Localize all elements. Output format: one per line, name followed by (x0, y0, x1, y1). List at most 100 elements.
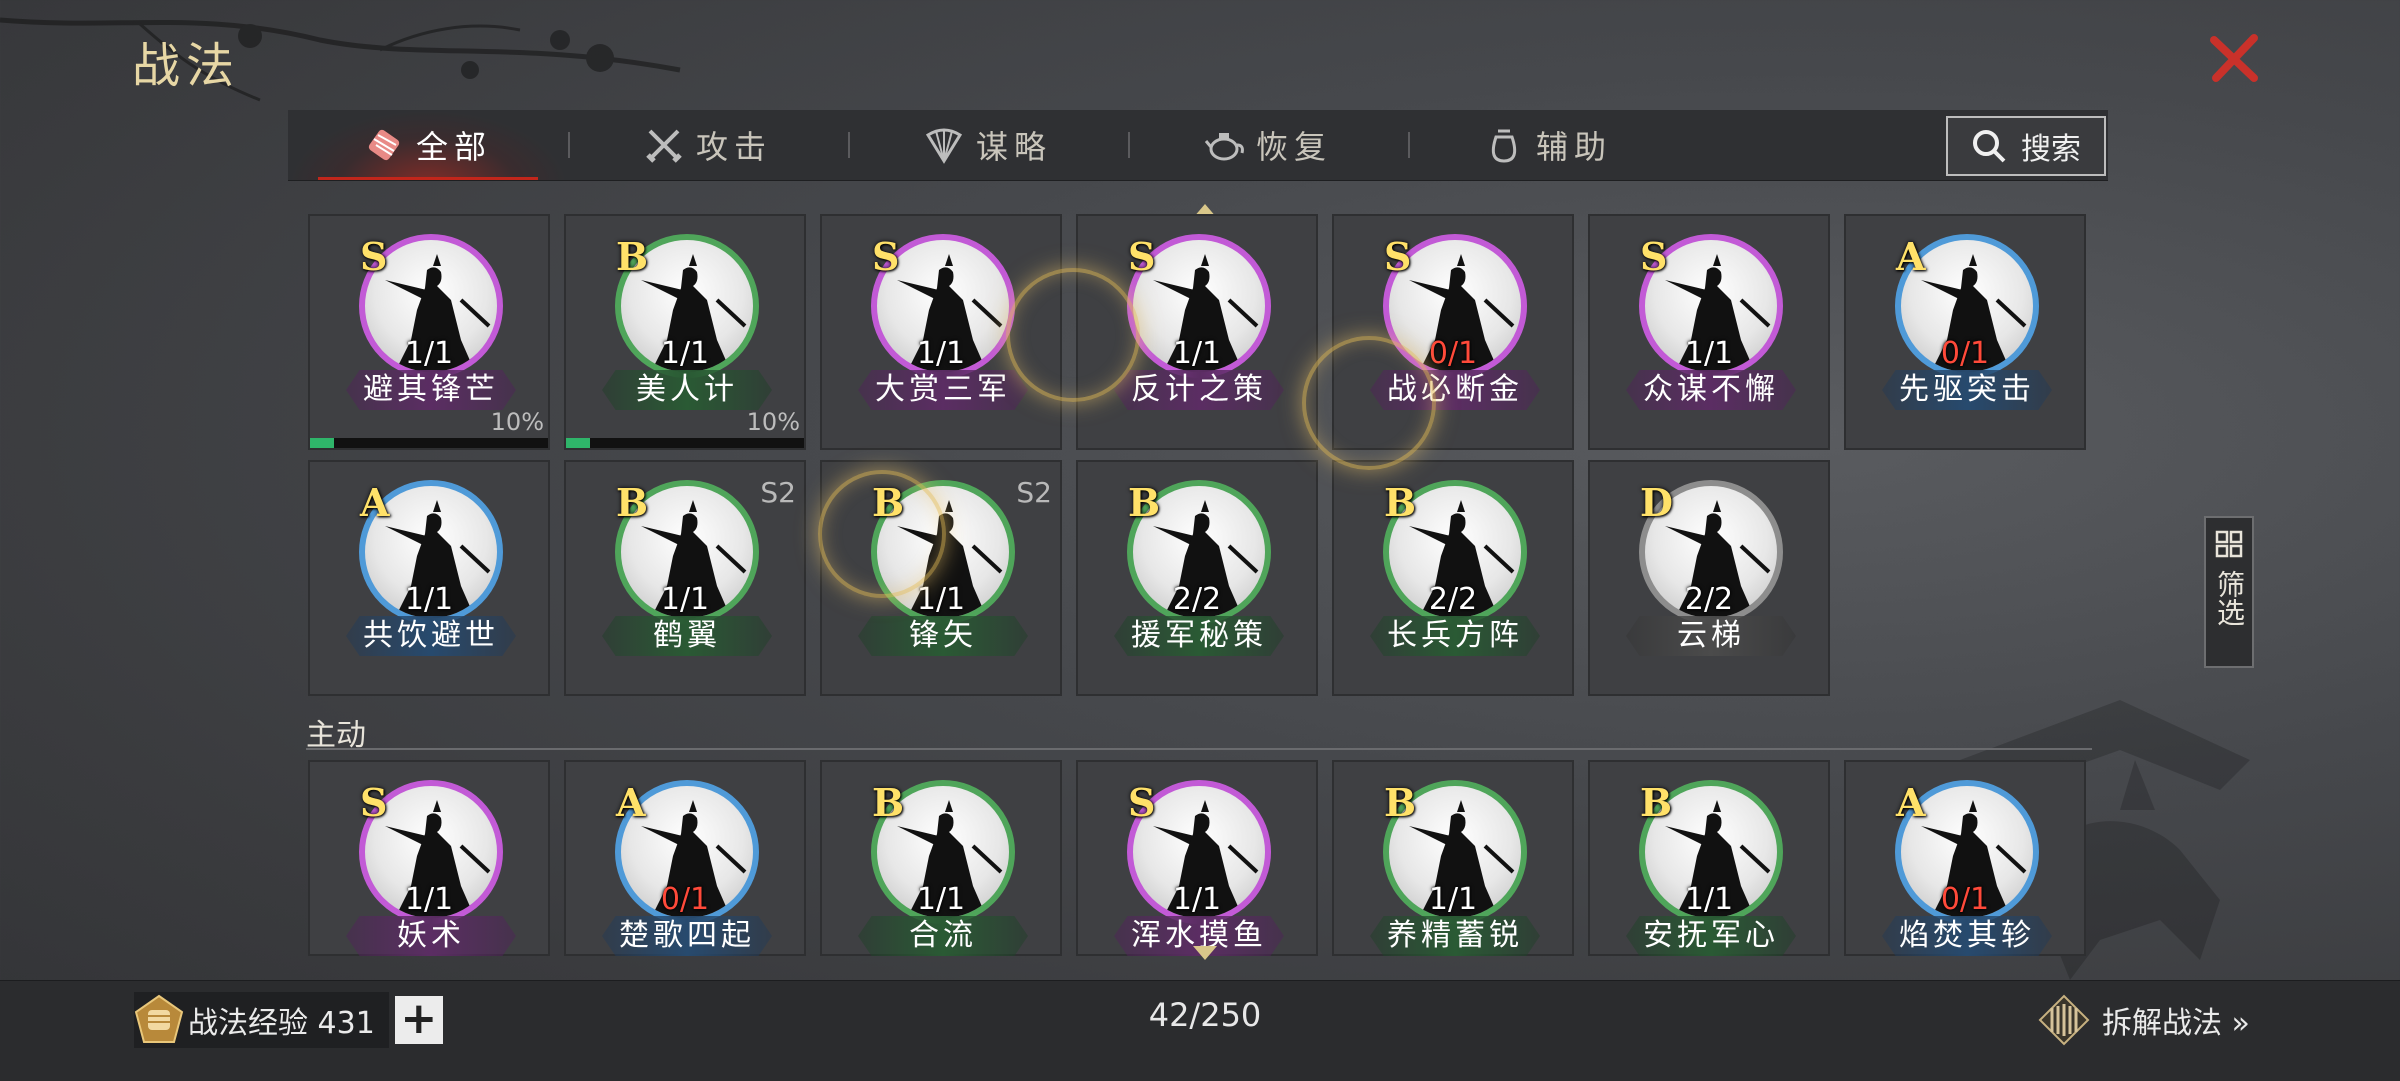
tactic-experience: 战法经验 431 + (134, 992, 443, 1048)
tactic-card[interactable]: S 1/1 浑水摸鱼 (1076, 760, 1318, 956)
grade-letter: S (872, 234, 900, 279)
progress-percent: 10% (490, 408, 544, 436)
tactic-name: 大赏三军 (858, 370, 1028, 410)
tactic-count: 1/1 (660, 582, 710, 617)
tactic-card[interactable]: B 1/1 合流 (820, 760, 1062, 956)
tactic-card[interactable]: S 1/1 大赏三军 (820, 214, 1062, 450)
grid-filter-icon (2215, 530, 2243, 558)
tactic-name: 避其锋芒 (346, 370, 516, 410)
tactic-name: 妖术 (346, 916, 516, 956)
dismantle-label: 拆解战法 » (2102, 1006, 2250, 1041)
tactic-card[interactable]: A 0/1 焰焚其轸 (1844, 760, 2086, 956)
tactic-card[interactable]: B 2/2 援军秘策 (1076, 460, 1318, 696)
filter-button[interactable]: 筛选 (2204, 516, 2254, 668)
search-label: 搜索 (2021, 132, 2081, 167)
section-divider (306, 748, 2092, 750)
fan-icon (925, 128, 963, 164)
tactic-card[interactable]: S 0/1 战必断金 (1332, 214, 1574, 450)
grade-letter: A (1896, 234, 1926, 279)
grade-letter: B (872, 780, 905, 825)
grade-letter: S (1128, 780, 1156, 825)
tactic-card[interactable]: S 1/1 避其锋芒 10% (308, 214, 550, 450)
tactic-card[interactable]: A 0/1 先驱突击 (1844, 214, 2086, 450)
progress-fill (310, 438, 334, 448)
tactic-name: 众谋不懈 (1626, 370, 1796, 410)
dismantle-tactics-button[interactable]: 拆解战法 » (2036, 992, 2250, 1048)
tactic-count: 0/1 (660, 882, 710, 917)
tactic-card[interactable]: S 1/1 妖术 (308, 760, 550, 956)
tactic-card[interactable]: A 1/1 共饮避世 (308, 460, 550, 696)
grade-letter: B (1640, 780, 1673, 825)
tactic-name: 安抚军心 (1626, 916, 1796, 956)
tab-all[interactable]: 全部 (288, 110, 568, 180)
tactic-name: 焰焚其轸 (1882, 916, 2052, 956)
tactic-count: 1/1 (1684, 336, 1734, 371)
grade-letter: A (360, 480, 390, 525)
tactic-name: 先驱突击 (1882, 370, 2052, 410)
tab-label: 谋略 (975, 128, 1052, 166)
tactic-count: 0/1 (1428, 336, 1478, 371)
tactic-count: 0/1 (1940, 882, 1990, 917)
tactic-count: 1/1 (916, 582, 966, 617)
tactic-count: 0/1 (1940, 336, 1990, 371)
grade-letter: A (616, 780, 646, 825)
grade-letter: B (1384, 480, 1417, 525)
tactic-count: 1/1 (404, 882, 454, 917)
scroll-gate-icon (2038, 994, 2090, 1046)
tactic-name: 鹤翼 (602, 616, 772, 656)
tactic-name: 楚歌四起 (602, 916, 772, 956)
page-title: 战法 (132, 38, 241, 94)
tab-label: 全部 (415, 128, 492, 166)
tactic-name: 养精蓄锐 (1370, 916, 1540, 956)
tactic-name: 共饮避世 (346, 616, 516, 656)
filter-label: 筛选 (2213, 570, 2246, 626)
season-tag: S2 (1016, 476, 1052, 509)
grade-letter: B (872, 480, 905, 525)
scroll-down-arrow-icon[interactable] (1193, 946, 1217, 960)
tactic-card[interactable]: S 1/1 众谋不懈 (1588, 214, 1830, 450)
tactic-name: 美人计 (602, 370, 772, 410)
season-tag: S2 (760, 476, 796, 509)
tactic-name: 反计之策 (1114, 370, 1284, 410)
tactic-count: 1/1 (660, 336, 710, 371)
tactic-card[interactable]: D 2/2 云梯 (1588, 460, 1830, 696)
grade-letter: S (1128, 234, 1156, 279)
tactic-card[interactable]: S 1/1 反计之策 (1076, 214, 1318, 450)
crossed-swords-icon (646, 129, 682, 163)
category-tab-bar: 全部 攻击 谋略 恢复 辅助 (288, 110, 2108, 181)
tactic-count: 2/2 (1172, 582, 1222, 617)
grade-letter: B (1384, 780, 1417, 825)
close-icon[interactable] (2204, 28, 2264, 88)
tactic-name: 锋矢 (858, 616, 1028, 656)
tactic-card[interactable]: B 1/1 鹤翼 S2 (564, 460, 806, 696)
tab-recovery[interactable]: 恢复 (1128, 110, 1408, 180)
tab-attack[interactable]: 攻击 (568, 110, 848, 180)
grade-letter: S (360, 234, 388, 279)
tactics-capacity: 42/250 (1148, 996, 1262, 1034)
tactic-name: 援军秘策 (1114, 616, 1284, 656)
tab-strategy[interactable]: 谋略 (848, 110, 1128, 180)
search-button[interactable]: 搜索 (1946, 116, 2106, 176)
grade-letter: D (1640, 480, 1673, 525)
scroll-bundle-icon (368, 129, 400, 161)
grade-letter: S (1640, 234, 1668, 279)
tactic-count: 1/1 (1172, 336, 1222, 371)
tab-label: 攻击 (695, 128, 772, 166)
progress-fill (566, 438, 590, 448)
tactic-card[interactable]: A 0/1 楚歌四起 (564, 760, 806, 956)
add-experience-button[interactable]: + (394, 996, 443, 1044)
experience-label: 战法经验 431 (188, 1006, 375, 1041)
tactic-count: 2/2 (1684, 582, 1734, 617)
tactic-card[interactable]: B 1/1 安抚军心 (1588, 760, 1830, 956)
teapot-icon (1204, 133, 1244, 161)
tactic-count: 1/1 (404, 582, 454, 617)
tab-label: 恢复 (1255, 128, 1332, 166)
tactic-count: 1/1 (1172, 882, 1222, 917)
tactic-count: 2/2 (1428, 582, 1478, 617)
tactic-card[interactable]: B 2/2 长兵方阵 (1332, 460, 1574, 696)
tactic-card[interactable]: B 1/1 美人计 10% (564, 214, 806, 450)
tab-support[interactable]: 辅助 (1408, 110, 1688, 180)
tactic-card[interactable]: B 1/1 锋矢 S2 (820, 460, 1062, 696)
tactic-card[interactable]: B 1/1 养精蓄锐 (1332, 760, 1574, 956)
tactic-count: 1/1 (916, 882, 966, 917)
